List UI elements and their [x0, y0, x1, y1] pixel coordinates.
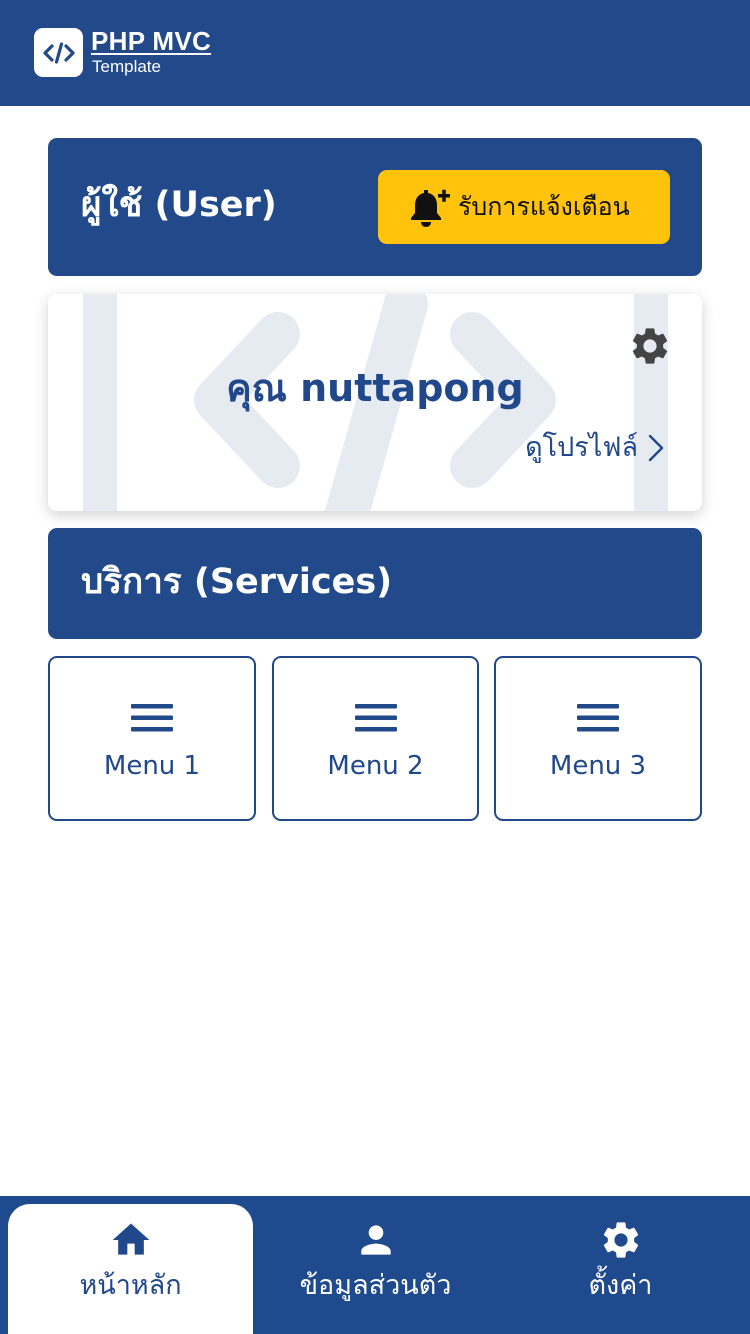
nav-item-label: หน้าหลัก — [79, 1270, 182, 1301]
chevron-right-icon — [648, 434, 664, 462]
menu-tile-label: Menu 3 — [549, 751, 647, 781]
services-section-title: บริการ (Services) — [81, 562, 393, 602]
view-profile-label: ดูโปรไฟล์ — [525, 432, 638, 463]
user-icon — [360, 1225, 391, 1255]
menu-tile-3[interactable]: Menu 3 — [494, 656, 702, 821]
code-icon — [42, 41, 75, 64]
logo-subtitle: Template — [92, 57, 161, 76]
nav-item-label: ข้อมูลส่วนตัว — [299, 1270, 452, 1301]
nav-item-home[interactable]: หน้าหลัก — [8, 1204, 253, 1334]
hamburger-icon — [131, 704, 173, 732]
logo[interactable] — [34, 28, 83, 77]
notification-button-label: รับการแจ้งเตือน — [458, 192, 630, 221]
nav-item-profile[interactable]: ข้อมูลส่วนตัว — [253, 1196, 498, 1334]
bottom-navigation: หน้าหลัก ข้อมูลส่วนตัว ตั้งค่า — [0, 1196, 750, 1334]
top-app-bar: PHP MVC Template — [0, 0, 750, 106]
bell-plus-icon — [411, 189, 450, 227]
nav-item-label: ตั้งค่า — [588, 1270, 653, 1301]
menu-tile-2[interactable]: Menu 2 — [272, 656, 479, 821]
notification-subscribe-button[interactable]: รับการแจ้งเตือน — [378, 170, 670, 244]
gear-icon — [603, 1222, 638, 1258]
gear-icon[interactable] — [628, 324, 672, 368]
nav-item-settings[interactable]: ตั้งค่า — [498, 1196, 743, 1334]
user-section-card: ผู้ใช้ (User) รับการแจ้งเตือน — [48, 138, 702, 276]
menu-tile-1[interactable]: Menu 1 — [48, 656, 256, 821]
menu-tile-label: Menu 1 — [103, 751, 201, 781]
hamburger-icon — [355, 704, 397, 732]
menu-tile-label: Menu 2 — [327, 751, 424, 781]
user-section-title: ผู้ใช้ (User) — [81, 185, 277, 225]
view-profile-link[interactable]: ดูโปรไฟล์ — [525, 431, 664, 465]
services-section-card: บริการ (Services) — [48, 528, 702, 639]
profile-card: คุณ nuttapong ดูโปรไฟล์ — [48, 294, 702, 511]
home-icon — [112, 1223, 149, 1255]
hamburger-icon — [577, 704, 619, 732]
profile-name: คุณ nuttapong — [226, 366, 524, 410]
logo-title: PHP MVC — [91, 26, 212, 56]
